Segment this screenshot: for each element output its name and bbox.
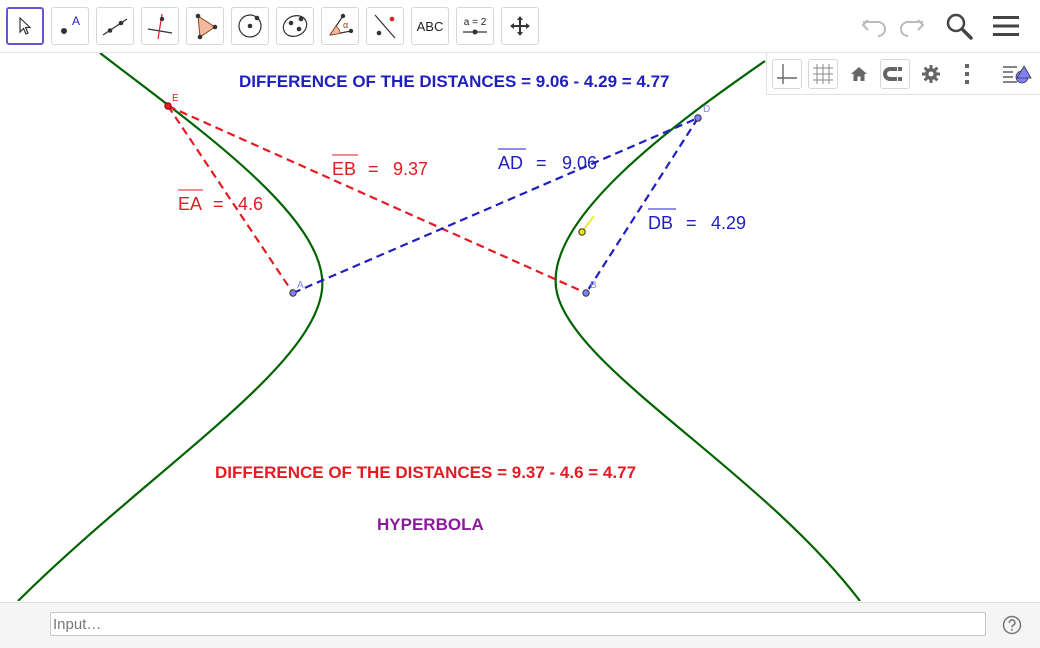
label-ad-name: AD	[498, 153, 523, 173]
grid-icon	[813, 64, 833, 84]
input-bar	[0, 602, 1040, 648]
style-bar-toggle-icon	[1003, 65, 1032, 84]
text-tool-label: ABC	[416, 18, 444, 34]
slider-tool[interactable]: a = 2	[456, 7, 494, 45]
algebra-input-field[interactable]	[50, 612, 986, 636]
line-tool[interactable]	[96, 7, 134, 45]
slider-track-icon	[463, 29, 487, 34]
point-d-label: D	[703, 104, 710, 115]
home-icon	[851, 67, 867, 81]
label-db-name: DB	[648, 213, 673, 233]
cursor-arrow-icon	[19, 16, 32, 35]
label-eb-value: 9.37	[393, 159, 428, 179]
more-options-button[interactable]	[952, 59, 982, 89]
axes-icon	[777, 64, 797, 84]
label-ea-value: 4.6	[238, 194, 263, 214]
graphics-view[interactable]: E A B D EA = 4.6 EB = 9.37 AD = 9.06 DB …	[0, 53, 1040, 601]
point-b-label: B	[590, 280, 597, 291]
hyperbola-left-branch[interactable]	[17, 53, 324, 601]
difference-text-blue[interactable]: DIFFERENCE OF THE DISTANCES = 9.06 - 4.2…	[239, 72, 669, 91]
undo-button[interactable]	[857, 8, 893, 44]
hyperbola-caption[interactable]: HYPERBOLA	[377, 515, 484, 534]
point-icon: A	[61, 14, 80, 34]
point-a-label: A	[297, 280, 304, 291]
angle-icon: α	[329, 13, 354, 36]
ellipse-icon	[282, 15, 308, 37]
toggle-style-bar-button[interactable]	[999, 59, 1035, 89]
undo-icon	[861, 19, 886, 37]
point-e[interactable]	[164, 102, 172, 110]
label-db-value: 4.29	[711, 213, 746, 233]
move-graphics-tool[interactable]	[501, 7, 539, 45]
text-tool[interactable]: ABC	[411, 7, 449, 45]
help-icon	[1002, 615, 1022, 635]
perpendicular-line-icon	[147, 13, 173, 40]
label-ea-name: EA	[178, 194, 202, 214]
difference-text-red[interactable]: DIFFERENCE OF THE DISTANCES = 9.37 - 4.6…	[215, 463, 636, 482]
slider-icon: a = 2	[462, 17, 488, 36]
move-tool[interactable]	[6, 7, 44, 45]
point-a[interactable]	[289, 289, 297, 297]
ellipse-tool[interactable]	[276, 7, 314, 45]
point-b[interactable]	[582, 289, 590, 297]
circle-icon	[238, 14, 262, 38]
label-ad-equals: =	[536, 153, 547, 173]
input-help-button[interactable]	[1002, 615, 1022, 635]
slider-tool-label: a = 2	[463, 16, 487, 28]
label-eb-name: EB	[332, 159, 356, 179]
point-tool-label: A	[72, 14, 80, 28]
more-vertical-icon	[965, 64, 969, 84]
search-button[interactable]	[941, 8, 977, 44]
hamburger-menu-icon	[993, 16, 1019, 36]
reflect-tool[interactable]	[366, 7, 404, 45]
segment-eb[interactable]	[167, 104, 587, 295]
magnet-icon	[883, 67, 902, 81]
point-on-branch[interactable]	[578, 228, 586, 236]
circle-tool[interactable]	[231, 7, 269, 45]
redo-icon	[900, 19, 925, 37]
polygon-icon	[195, 13, 218, 40]
main-menu-button[interactable]	[988, 8, 1024, 44]
toolbar: A α ABC a = 2	[0, 0, 1040, 53]
label-eb: EB = 9.37	[332, 154, 428, 179]
angle-tool[interactable]: α	[321, 7, 359, 45]
move-arrows-icon	[510, 16, 530, 36]
point-d[interactable]	[694, 114, 702, 122]
point-capturing-button[interactable]	[880, 59, 910, 89]
label-ea-equals: =	[213, 194, 224, 214]
label-ad: AD = 9.06	[498, 148, 597, 173]
graphics-canvas[interactable]: E A B D EA = 4.6 EB = 9.37 AD = 9.06 DB …	[0, 53, 1040, 601]
point-e-label: E	[172, 93, 179, 104]
segment-ad[interactable]	[292, 116, 699, 295]
point-tool[interactable]: A	[51, 7, 89, 45]
gear-icon	[922, 65, 940, 83]
settings-button[interactable]	[916, 59, 946, 89]
redo-button[interactable]	[893, 8, 929, 44]
line-icon	[102, 18, 128, 36]
perpendicular-line-tool[interactable]	[141, 7, 179, 45]
reflect-icon	[374, 14, 396, 39]
label-db-equals: =	[686, 213, 697, 233]
standard-view-button[interactable]	[844, 59, 874, 89]
angle-tool-label: α	[343, 20, 348, 30]
search-icon	[946, 13, 973, 40]
toggle-grid-button[interactable]	[808, 59, 838, 89]
label-db: DB = 4.29	[648, 208, 746, 233]
label-eb-equals: =	[368, 159, 379, 179]
toggle-axes-button[interactable]	[772, 59, 802, 89]
polygon-tool[interactable]	[186, 7, 224, 45]
label-ea: EA = 4.6	[178, 189, 263, 214]
graphics-style-bar	[766, 53, 1040, 95]
segment-db[interactable]	[585, 117, 699, 294]
hyperbola-right-branch[interactable]	[554, 60, 861, 601]
label-ad-value: 9.06	[562, 153, 597, 173]
